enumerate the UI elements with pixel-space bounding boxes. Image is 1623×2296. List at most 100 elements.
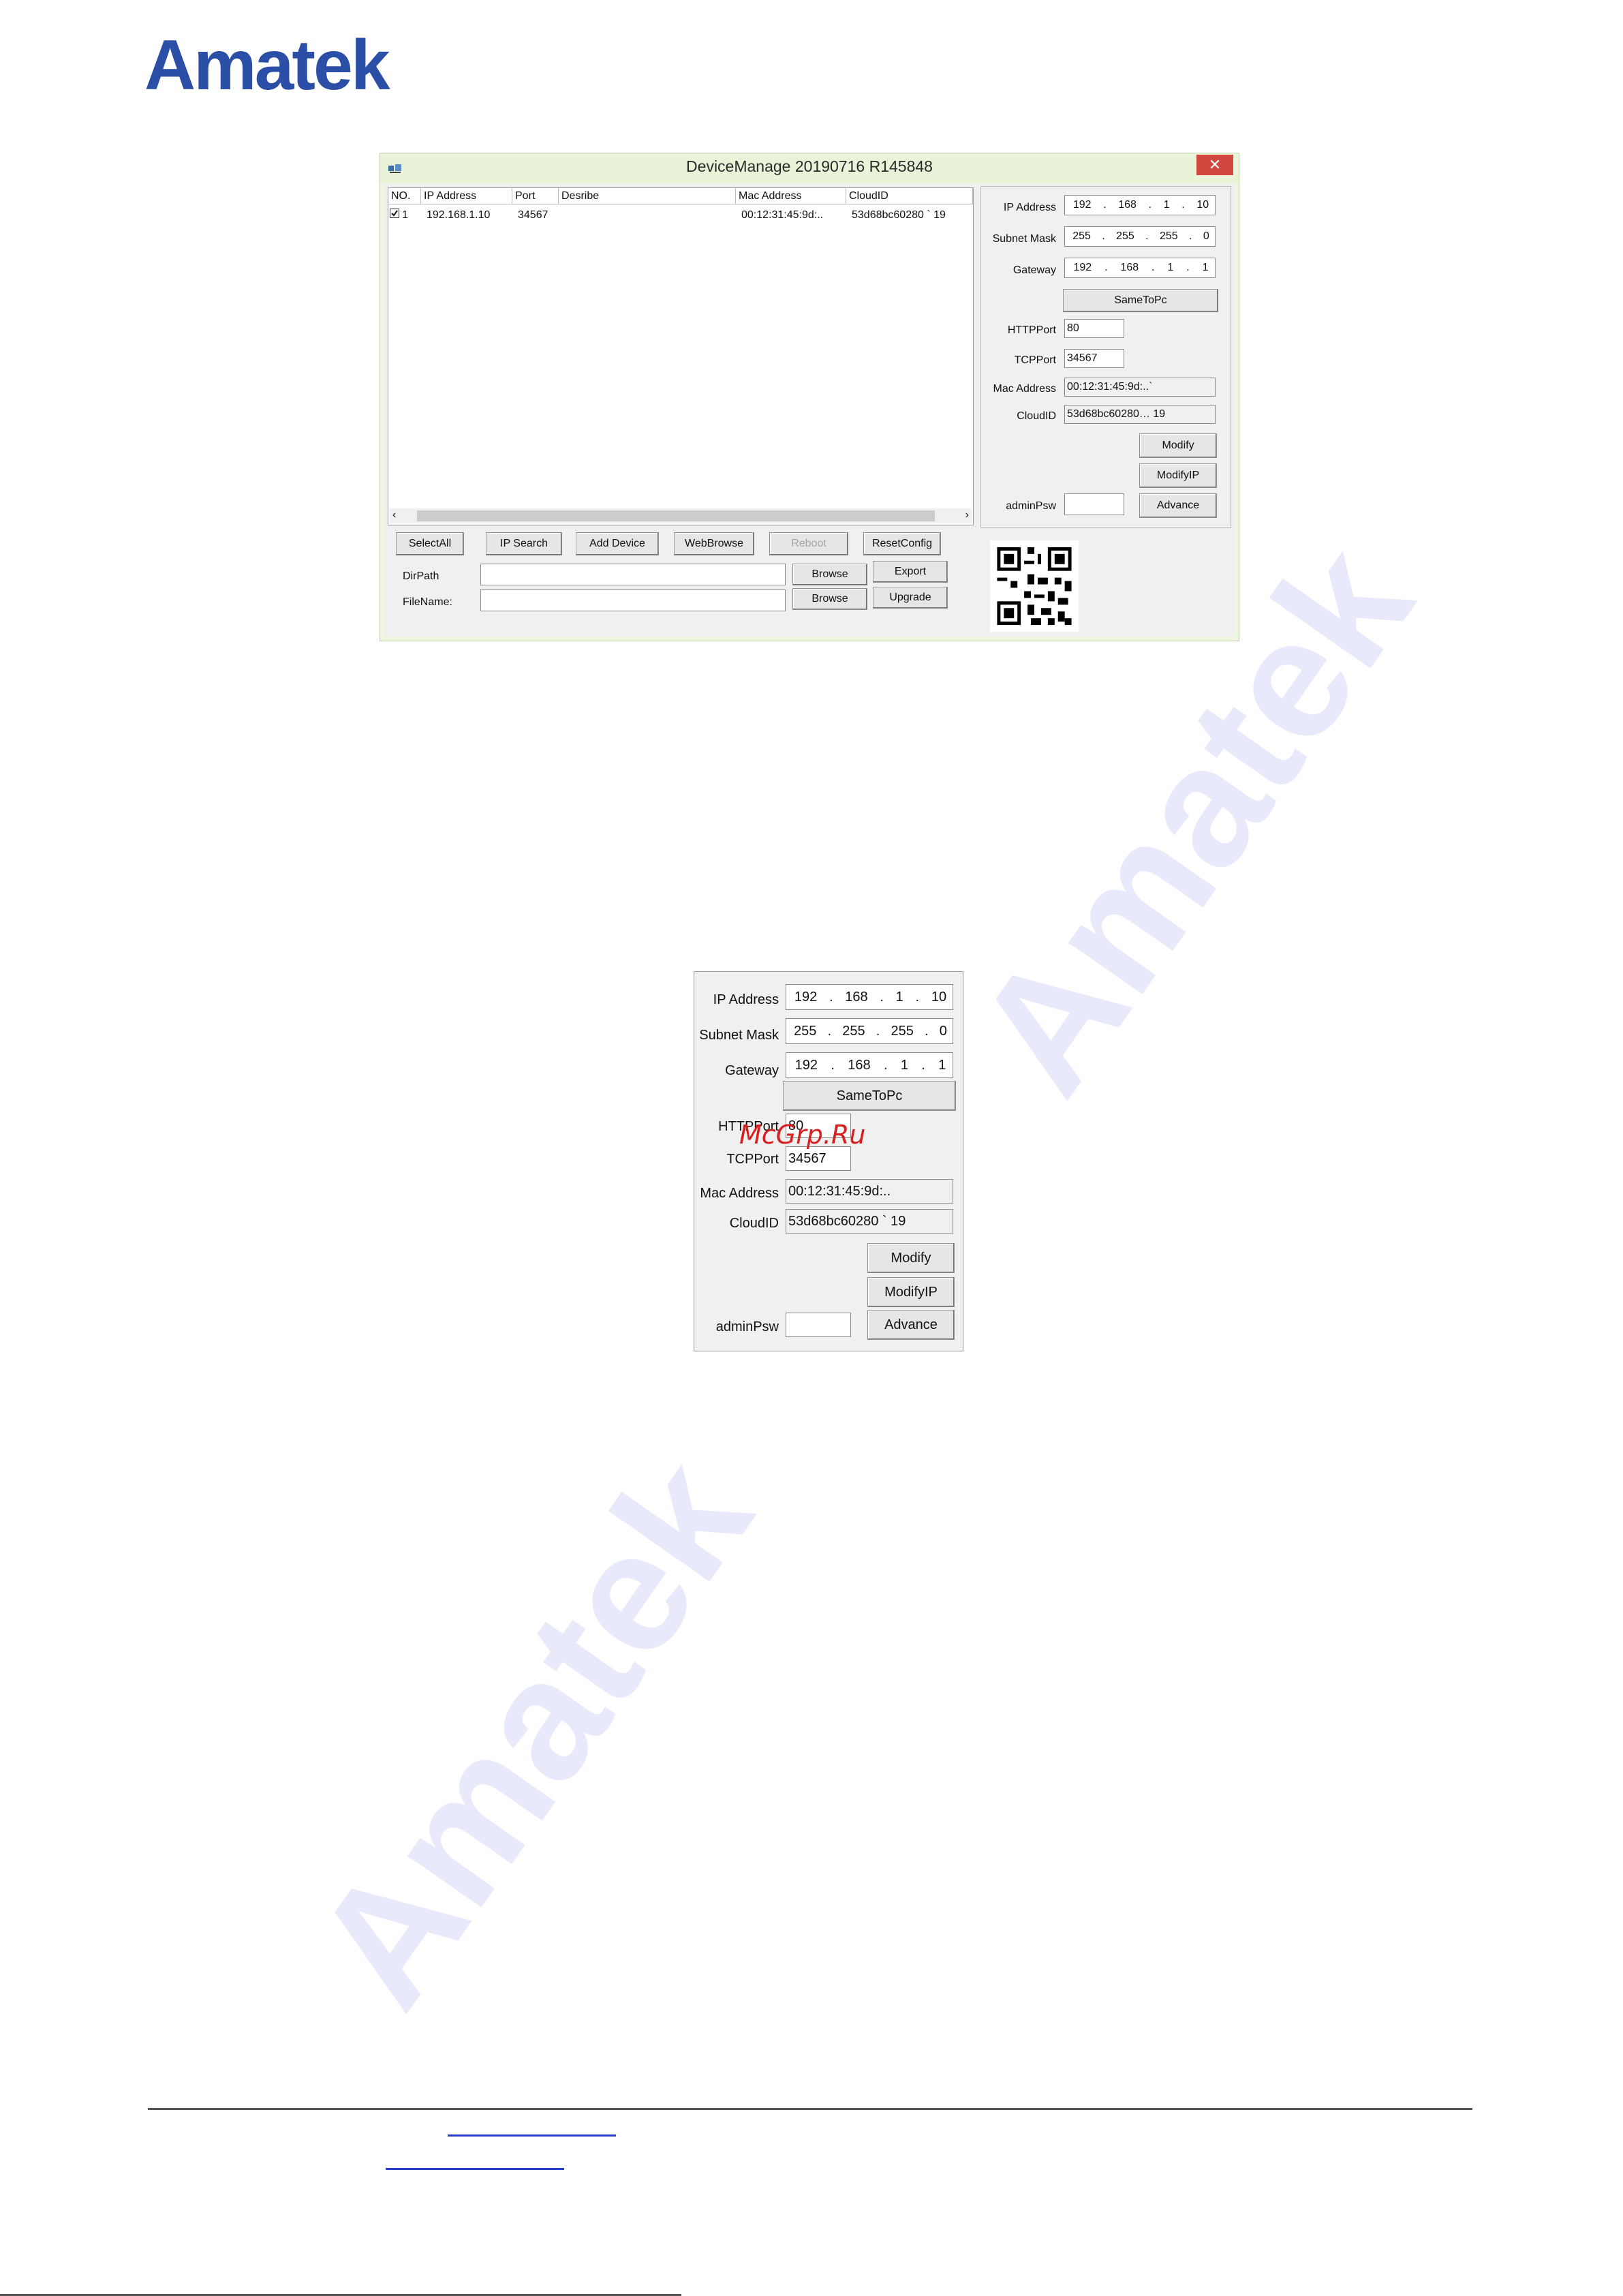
gateway-label: Gateway (1013, 264, 1056, 276)
close-icon[interactable]: ✕ (1196, 155, 1233, 175)
watermark-amatek-lower: Amatek (277, 1425, 787, 2039)
zoom-modify-button[interactable]: Modify (867, 1243, 955, 1273)
ip-octet-2: 168 (1118, 199, 1137, 211)
ip-address-field[interactable]: 192. 168. 1. 10 (1064, 195, 1216, 215)
scroll-right-icon[interactable]: › (965, 509, 969, 521)
subnet-mask-label: Subnet Mask (992, 233, 1056, 245)
column-header-ip[interactable]: IP Address (421, 188, 512, 204)
cloud-id-label: CloudID (1017, 410, 1056, 422)
zoom-subnet-mask-field[interactable]: 255. 255. 255. 0 (786, 1018, 953, 1044)
row-mac: 00:12:31:45:9d:.. (741, 209, 824, 221)
zoom-mac-address-label: Mac Address (700, 1186, 779, 1201)
zoom-ip-octet-2: 168 (845, 990, 868, 1005)
column-header-cloudid[interactable]: CloudID (846, 188, 973, 204)
browse-file-button[interactable]: Browse (792, 588, 867, 610)
modify-button[interactable]: Modify (1139, 433, 1217, 458)
export-button[interactable]: Export (873, 561, 948, 583)
admin-psw-field[interactable] (1064, 493, 1124, 515)
window-client-area: NO. IP Address Port Desribe Mac Address … (385, 183, 1234, 637)
scroll-left-icon[interactable]: ‹ (392, 509, 396, 521)
gw-octet-3: 1 (1167, 262, 1174, 273)
zoom-cloud-id-field: 53d68bc60280 ` 19 (786, 1209, 953, 1234)
file-name-field[interactable] (480, 590, 786, 611)
zoom-same-to-pc-button[interactable]: SameToPc (783, 1081, 956, 1111)
zoom-gw-octet-3: 1 (900, 1058, 908, 1073)
ip-address-label: IP Address (1003, 202, 1056, 213)
upgrade-button[interactable]: Upgrade (873, 587, 948, 609)
qr-code-icon (990, 540, 1079, 632)
zoom-ip-address-label: IP Address (713, 992, 779, 1007)
title-bar: DeviceManage 20190716 R145848 ✕ (380, 153, 1239, 183)
tcp-port-field[interactable]: 34567 (1064, 349, 1124, 368)
column-header-mac[interactable]: Mac Address (736, 188, 846, 204)
zoom-mac-address-field: 00:12:31:45:9d:.. (786, 1179, 953, 1204)
add-device-button[interactable]: Add Device (576, 532, 659, 555)
http-port-field[interactable]: 80 (1064, 319, 1124, 338)
dir-path-field[interactable] (480, 564, 786, 585)
zoom-ip-octet-3: 1 (895, 990, 903, 1005)
column-header-no[interactable]: NO. (388, 188, 421, 204)
ip-octet-4: 10 (1196, 199, 1209, 211)
zoom-modify-ip-button[interactable]: ModifyIP (867, 1277, 955, 1307)
zoom-mask-octet-3: 255 (891, 1024, 914, 1039)
subnet-mask-field[interactable]: 255. 255. 255. 0 (1064, 226, 1216, 247)
gw-octet-2: 168 (1120, 262, 1139, 273)
zoom-mask-octet-2: 255 (842, 1024, 865, 1039)
zoom-tcp-port-field[interactable]: 34567 (786, 1146, 851, 1171)
select-all-button[interactable]: SelectAll (396, 532, 464, 555)
footer-link-2[interactable] (386, 2168, 564, 2170)
reset-config-button[interactable]: ResetConfig (863, 532, 941, 555)
row-port: 34567 (518, 209, 548, 221)
zoom-gw-octet-4: 1 (938, 1058, 946, 1073)
footer-rule (148, 2108, 1472, 2110)
row-cloudid: 53d68bc60280 ` 19 (852, 209, 946, 221)
zoom-gateway-field[interactable]: 192. 168. 1. 1 (786, 1052, 953, 1078)
zoom-tcp-port-label: TCPPort (726, 1152, 779, 1167)
file-name-label: FileName: (403, 596, 452, 608)
zoomed-network-panel: IP Address 192. 168. 1. 10 Subnet Mask 2… (694, 971, 963, 1351)
zoom-advance-button[interactable]: Advance (867, 1310, 955, 1340)
zoom-mask-octet-1: 255 (794, 1024, 817, 1039)
column-header-port[interactable]: Port (512, 188, 559, 204)
zoom-cloud-id-label: CloudID (729, 1216, 779, 1231)
mac-address-field: 00:12:31:45:9d:..` (1064, 378, 1216, 397)
row-no: 1 (402, 209, 408, 221)
same-to-pc-button[interactable]: SameToPc (1063, 289, 1218, 312)
zoom-admin-psw-label: adminPsw (715, 1319, 779, 1334)
ip-octet-3: 1 (1163, 199, 1170, 211)
zoom-gw-octet-1: 192 (794, 1058, 818, 1073)
cloud-id-field: 53d68bc60280… 19 (1064, 405, 1216, 424)
scroll-thumb[interactable] (417, 510, 935, 521)
mask-octet-4: 0 (1203, 230, 1209, 242)
tcp-port-label: TCPPort (1014, 354, 1056, 366)
mask-octet-3: 255 (1160, 230, 1178, 242)
gw-octet-4: 1 (1202, 262, 1209, 273)
advance-button[interactable]: Advance (1139, 493, 1217, 518)
row-checkbox[interactable] (390, 209, 399, 222)
ip-search-button[interactable]: IP Search (486, 532, 562, 555)
gateway-field[interactable]: 192. 168. 1. 1 (1064, 258, 1216, 278)
zoom-ip-address-field[interactable]: 192. 168. 1. 10 (786, 984, 953, 1010)
browse-dir-button[interactable]: Browse (792, 564, 867, 585)
column-header-describe[interactable]: Desribe (559, 188, 736, 204)
amatek-logo: Amatek (144, 26, 390, 105)
zoom-ip-octet-4: 10 (931, 990, 947, 1005)
mask-octet-1: 255 (1072, 230, 1091, 242)
admin-psw-label: adminPsw (1006, 500, 1056, 512)
row-ip[interactable]: 192.168.1.10 (427, 209, 490, 222)
footer-link-1[interactable] (448, 2134, 616, 2137)
zoom-admin-psw-field[interactable] (786, 1313, 851, 1337)
http-port-label: HTTPPort (1007, 324, 1056, 336)
mask-octet-2: 255 (1116, 230, 1134, 242)
modify-ip-button[interactable]: ModifyIP (1139, 463, 1217, 488)
window-title: DeviceManage 20190716 R145848 (686, 157, 933, 175)
zoom-ip-octet-1: 192 (794, 990, 818, 1005)
device-list[interactable]: NO. IP Address Port Desribe Mac Address … (388, 187, 974, 525)
gw-octet-1: 192 (1073, 262, 1092, 273)
dir-path-label: DirPath (403, 570, 439, 582)
web-browse-button[interactable]: WebBrowse (674, 532, 754, 555)
reboot-button[interactable]: Reboot (769, 532, 848, 555)
horizontal-scrollbar[interactable]: ‹ › (390, 508, 972, 523)
device-manage-window: DeviceManage 20190716 R145848 ✕ NO. IP A… (380, 153, 1239, 641)
network-settings-panel: IP Address 192. 168. 1. 10 Subnet Mask 2… (980, 186, 1231, 528)
